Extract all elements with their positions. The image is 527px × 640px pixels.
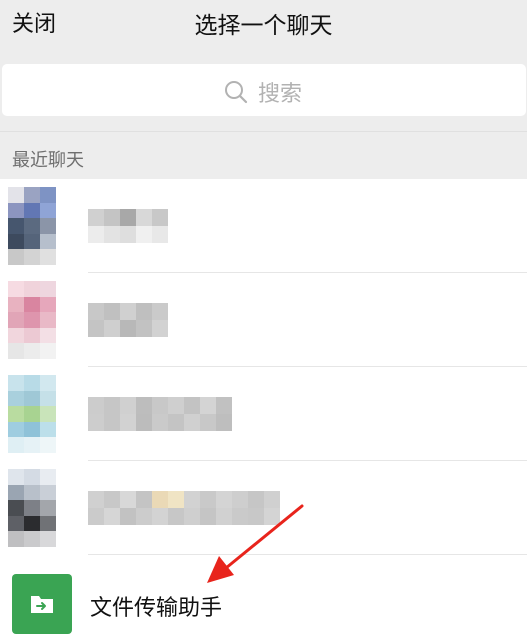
- search-icon: [224, 80, 248, 104]
- search-bar[interactable]: 搜索: [2, 64, 526, 116]
- search-placeholder: 搜索: [258, 82, 303, 107]
- avatar: [8, 281, 72, 359]
- avatar: [8, 375, 72, 453]
- chat-row[interactable]: [0, 273, 527, 367]
- file-transfer-item[interactable]: 文件传输助手: [0, 556, 527, 640]
- chat-name-blurred: [88, 209, 168, 243]
- row-divider: [88, 554, 527, 555]
- folder-transfer-icon: [12, 574, 72, 634]
- search-inner: 搜索: [224, 76, 302, 108]
- top-bar: 关闭 选择一个聊天: [0, 0, 527, 50]
- chat-name-blurred: [88, 303, 168, 337]
- chat-name-blurred: [88, 491, 280, 525]
- recent-chat-list: [0, 179, 527, 556]
- page-title: 选择一个聊天: [194, 13, 333, 39]
- chat-row[interactable]: [0, 367, 527, 461]
- chat-row[interactable]: [0, 179, 527, 273]
- section-header: 最近聊天: [0, 131, 527, 179]
- file-transfer-label: 文件传输助手: [90, 596, 223, 621]
- section-label: 最近聊天: [12, 150, 84, 171]
- avatar: [8, 187, 72, 265]
- chat-row[interactable]: [0, 461, 527, 555]
- avatar: [8, 469, 72, 547]
- chat-name-blurred: [88, 397, 232, 431]
